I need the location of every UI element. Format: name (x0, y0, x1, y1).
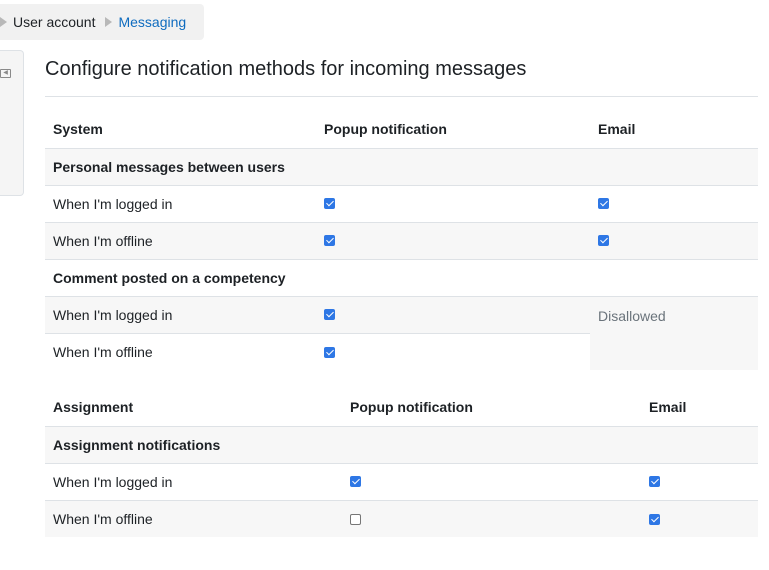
popup-checkbox[interactable] (324, 346, 335, 358)
column-header-assignment: Assignment (53, 399, 134, 416)
column-header-popup: Popup notification (324, 121, 447, 138)
assignment-preferences-table: Assignment Popup notification Email Assi… (45, 389, 758, 537)
row-label: When I'm logged in (45, 184, 316, 222)
breadcrumb-user-account[interactable]: User account (13, 14, 95, 30)
popup-checkbox[interactable] (324, 235, 335, 247)
group-title: Comment posted on a competency (45, 258, 758, 296)
group-row: Assignment notifications (45, 425, 758, 463)
email-disallowed-status: Disallowed (590, 295, 758, 370)
side-block: ◀ (0, 50, 24, 196)
breadcrumb-separator-icon (0, 17, 7, 27)
popup-checkbox[interactable] (350, 476, 361, 488)
table-header-row: System Popup notification Email (45, 111, 758, 148)
row-label: When I'm offline (45, 499, 342, 537)
row-label: When I'm offline (45, 221, 316, 259)
breadcrumb: User account Messaging (0, 4, 204, 40)
table-header-row: Assignment Popup notification Email (45, 389, 758, 426)
group-title: Assignment notifications (45, 425, 758, 463)
row-label: When I'm offline (45, 332, 316, 370)
email-checkbox[interactable] (598, 198, 609, 210)
column-header-email: Email (649, 399, 687, 416)
row-label: When I'm logged in (45, 462, 342, 500)
table-row: When I'm logged in Disallowed (45, 295, 758, 370)
page-title: Configure notification methods for incom… (45, 58, 758, 97)
group-row: Comment posted on a competency (45, 258, 758, 296)
popup-checkbox[interactable] (350, 513, 361, 525)
group-row: Personal messages between users (45, 147, 758, 185)
column-header-popup: Popup notification (350, 399, 473, 416)
row-label: When I'm logged in (45, 295, 316, 333)
table-row: When I'm offline (45, 221, 758, 259)
email-checkbox[interactable] (598, 235, 609, 247)
email-checkbox[interactable] (649, 513, 660, 525)
popup-checkbox[interactable] (324, 198, 335, 210)
table-row: When I'm offline (45, 499, 758, 537)
email-checkbox[interactable] (649, 476, 660, 488)
system-preferences-table: System Popup notification Email Personal… (45, 111, 758, 370)
breadcrumb-messaging[interactable]: Messaging (118, 14, 186, 30)
group-title: Personal messages between users (45, 147, 758, 185)
column-header-email: Email (598, 121, 636, 138)
column-header-system: System (53, 121, 103, 138)
collapse-block-icon[interactable]: ◀ (0, 69, 11, 78)
popup-checkbox[interactable] (324, 309, 335, 321)
table-row: When I'm logged in (45, 184, 758, 222)
table-row: When I'm logged in (45, 462, 758, 500)
breadcrumb-separator-icon (105, 17, 113, 27)
